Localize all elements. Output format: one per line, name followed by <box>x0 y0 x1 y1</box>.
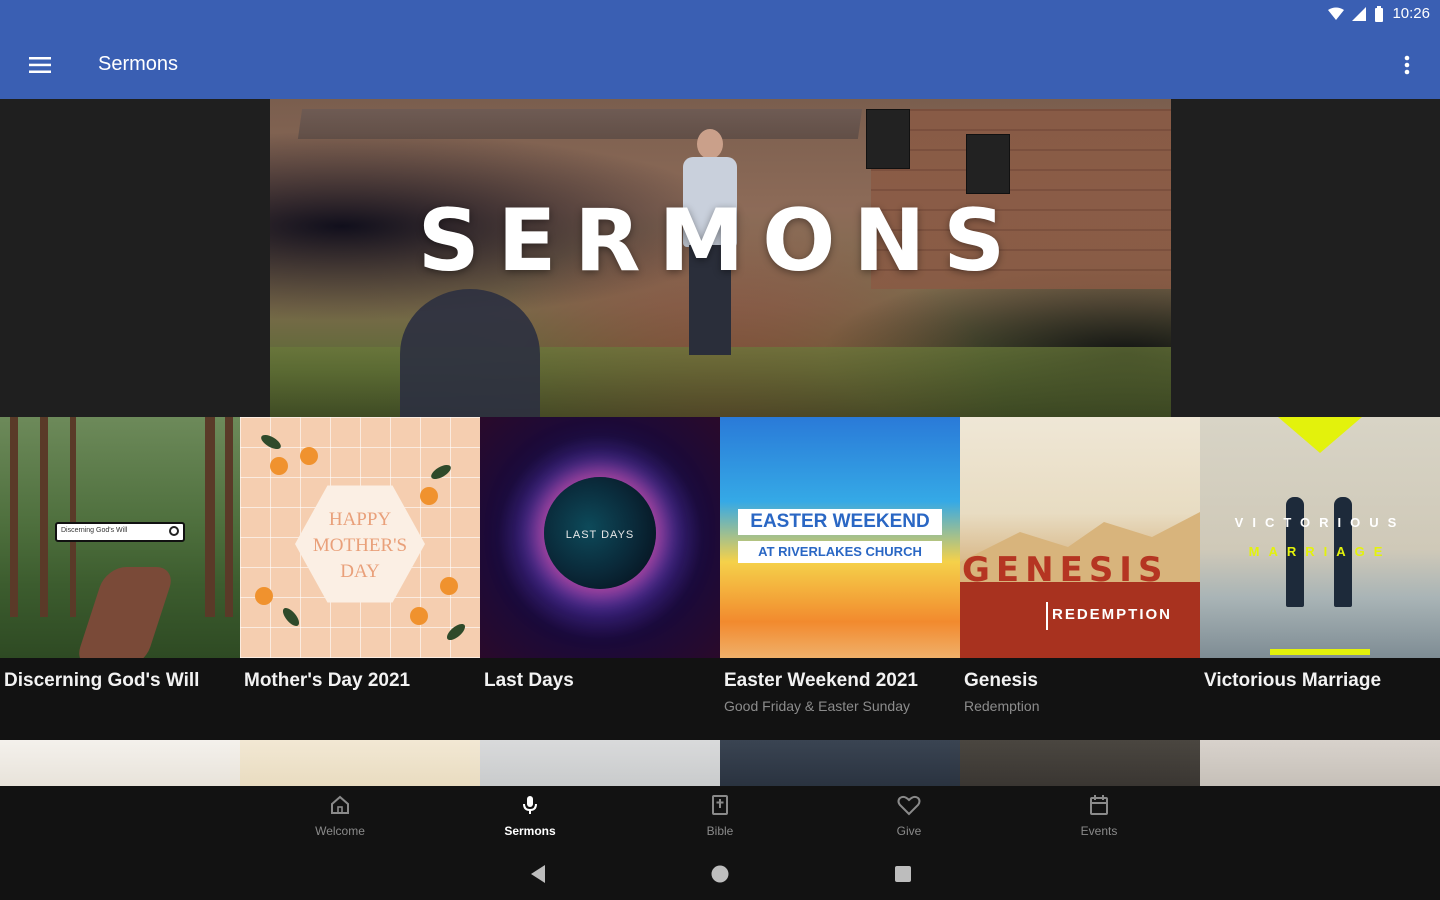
nav-label: Sermons <box>504 824 556 838</box>
sermon-card-victorious-marriage[interactable]: VICTORIOUS MARRIAGE Victorious Marriage <box>1200 417 1440 740</box>
sermon-card-peek[interactable] <box>240 740 480 786</box>
bottom-navigation: Welcome Sermons Bible Give Events <box>0 786 1440 849</box>
system-recents-button[interactable] <box>888 861 918 887</box>
sermon-card-genesis[interactable]: REDEMPTION GENESIS Genesis Redemption <box>960 417 1200 740</box>
hero-speaker-box <box>866 109 910 169</box>
page-title: Sermons <box>98 53 179 75</box>
home-circle-icon <box>711 865 729 883</box>
nav-item-bible[interactable]: Bible <box>670 794 770 844</box>
sermon-subtitle: Redemption <box>964 698 1040 714</box>
system-navigation-bar <box>0 849 1440 900</box>
sermon-card-peek[interactable] <box>720 740 960 786</box>
nav-label: Bible <box>706 824 734 838</box>
sermon-thumbnail: REDEMPTION GENESIS <box>960 417 1200 658</box>
heart-icon <box>897 795 921 816</box>
hero-tent <box>297 109 863 139</box>
sermon-series-row: Discerning God's Will Discerning God's W… <box>0 417 1440 740</box>
sermon-card-mothers-day-2021[interactable]: HAPPY MOTHER'S DAY Mother's Day 2021 <box>240 417 480 740</box>
hamburger-icon <box>29 56 51 73</box>
system-home-button[interactable] <box>705 861 735 887</box>
more-options-button[interactable] <box>1392 50 1422 80</box>
sermon-thumbnail: VICTORIOUS MARRIAGE <box>1200 417 1440 658</box>
battery-icon <box>1375 5 1384 22</box>
hero-audience <box>400 289 540 417</box>
status-bar: 10:26 <box>0 0 1440 30</box>
nav-item-welcome[interactable]: Welcome <box>290 794 390 844</box>
sermon-series-row-2 <box>0 740 1440 786</box>
thumbnail-search-graphic: Discerning God's Will <box>55 522 185 542</box>
nav-label: Welcome <box>315 824 365 838</box>
sermon-title: Discerning God's Will <box>4 670 200 691</box>
sermon-card-easter-weekend-2021[interactable]: EASTER WEEKEND AT RIVERLAKES CHURCH East… <box>720 417 960 740</box>
sermon-card-peek[interactable] <box>480 740 720 786</box>
sermon-title: Victorious Marriage <box>1204 670 1382 691</box>
sermon-title: Genesis <box>964 670 1038 691</box>
nav-label: Give <box>896 824 922 838</box>
sermon-card-discerning-gods-will[interactable]: Discerning God's Will Discerning God's W… <box>0 417 240 740</box>
more-vert-icon <box>1404 55 1410 75</box>
sermon-title: Last Days <box>484 670 574 691</box>
hero-speaker-box <box>966 134 1010 194</box>
sermon-card-peek[interactable] <box>0 740 240 786</box>
bible-icon <box>712 795 728 815</box>
hero-banner[interactable]: SERMONS <box>270 99 1171 417</box>
menu-button[interactable] <box>0 30 80 99</box>
recents-square-icon <box>895 866 911 882</box>
microphone-icon <box>523 796 537 814</box>
sermon-title: Easter Weekend 2021 <box>724 670 918 691</box>
calendar-icon <box>1090 795 1108 815</box>
app-bar: Sermons <box>0 30 1440 99</box>
home-icon <box>331 795 349 814</box>
clock: 10:26 <box>1392 5 1430 22</box>
sermon-title: Mother's Day 2021 <box>244 670 411 691</box>
sermon-card-peek[interactable] <box>960 740 1200 786</box>
system-back-button[interactable] <box>523 861 553 887</box>
sermon-thumbnail: EASTER WEEKEND AT RIVERLAKES CHURCH <box>720 417 960 658</box>
signal-icon <box>1352 6 1367 21</box>
nav-label: Events <box>1080 824 1118 838</box>
sermon-subtitle: Good Friday & Easter Sunday <box>724 698 910 714</box>
sermon-card-peek[interactable] <box>1200 740 1440 786</box>
hero-title: SERMONS <box>417 191 1024 291</box>
sermon-thumbnail: HAPPY MOTHER'S DAY <box>240 417 480 658</box>
wifi-icon <box>1328 7 1345 20</box>
back-triangle-icon <box>531 865 545 883</box>
nav-item-events[interactable]: Events <box>1049 794 1149 844</box>
status-icons: 10:26 <box>1328 5 1430 22</box>
sermon-thumbnail: LAST DAYS <box>480 417 720 658</box>
hero-container: SERMONS <box>0 99 1440 417</box>
sermon-card-last-days[interactable]: LAST DAYS Last Days <box>480 417 720 740</box>
sermon-thumbnail: Discerning God's Will <box>0 417 240 658</box>
nav-item-sermons[interactable]: Sermons <box>480 794 580 844</box>
nav-item-give[interactable]: Give <box>859 794 959 844</box>
